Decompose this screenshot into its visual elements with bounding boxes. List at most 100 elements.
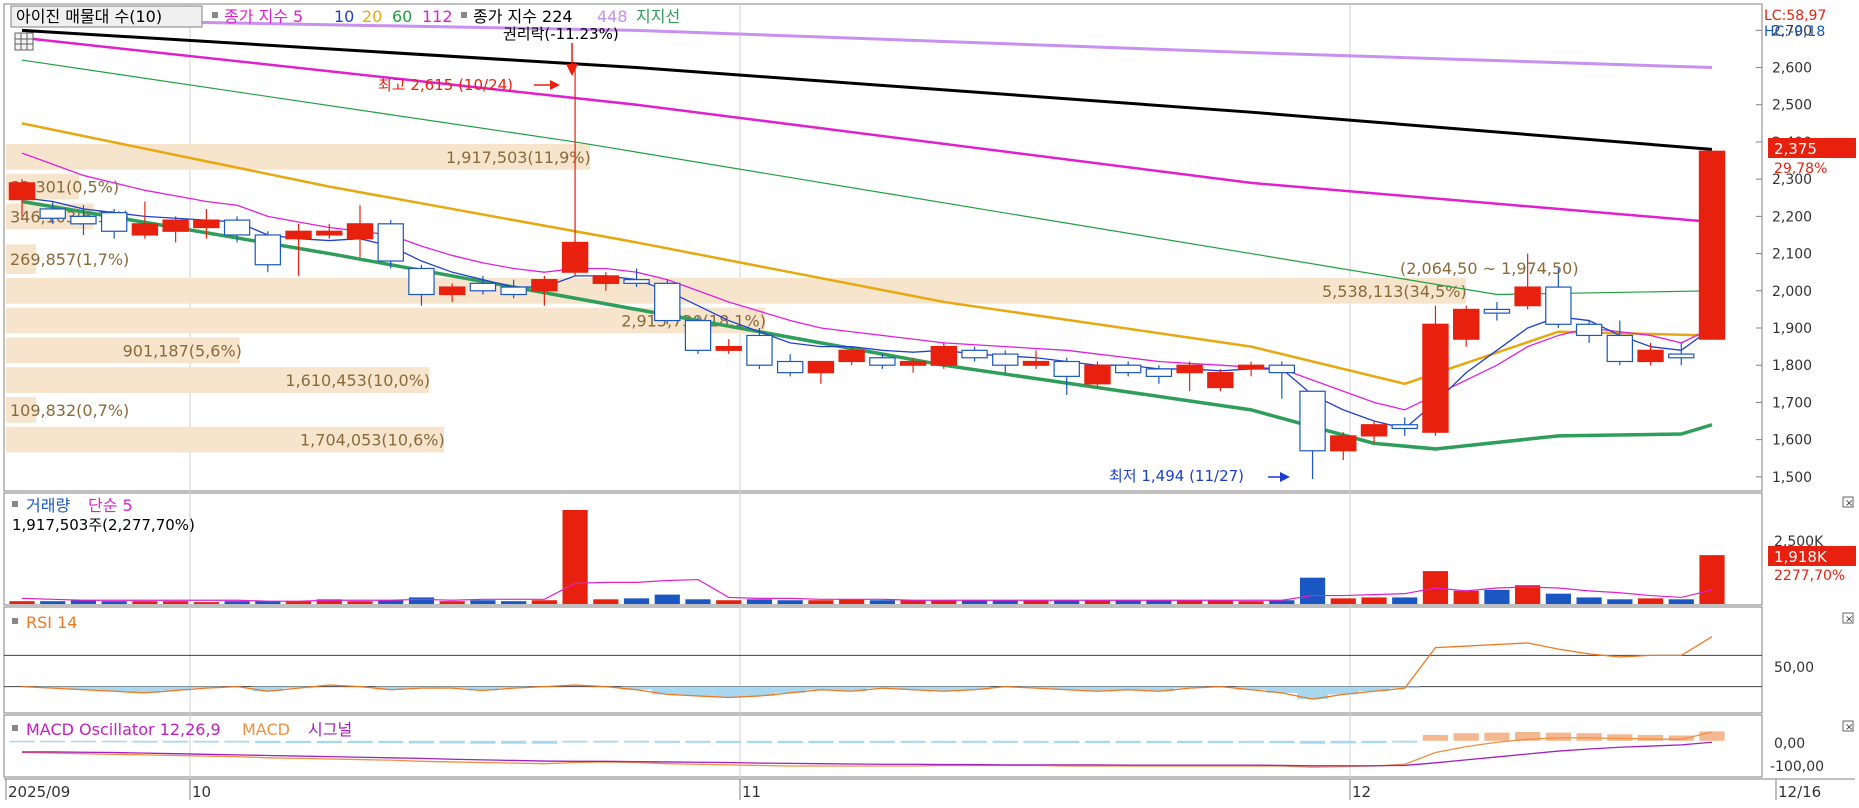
- macd-label: MACD: [242, 720, 290, 739]
- volume-bar: [808, 600, 834, 604]
- macd-osc-bar: [1299, 740, 1326, 744]
- candle-down: [39, 208, 66, 219]
- price-tick-label: 1,600: [1772, 433, 1812, 449]
- volume-bar: [869, 600, 895, 604]
- volume-bar: [408, 597, 435, 604]
- ma-legend-label-2: 종가 지수 224: [473, 7, 573, 26]
- candle-down: [500, 286, 527, 296]
- volume-title: 거래량: [26, 496, 70, 515]
- stock-chart-svg: 82,301(0,5%)346,103(6,3%)1,917,503(11,9%…: [0, 0, 1859, 804]
- rsi-oversold-fill: [682, 686, 714, 696]
- macd-osc-bar: [1361, 740, 1387, 744]
- candle-up: [1637, 349, 1664, 363]
- candle-up: [561, 241, 589, 273]
- candle-up: [131, 223, 159, 236]
- close-panel-icon[interactable]: ×: [1842, 720, 1854, 733]
- candle-down: [869, 357, 896, 366]
- macd-osc-bar: [1422, 734, 1449, 741]
- candle-up: [1330, 435, 1357, 452]
- candle-up: [899, 360, 927, 366]
- volume-bar: [1484, 589, 1510, 604]
- profile-range-text: (2,064,50 ~ 1,974,50): [1400, 259, 1579, 278]
- volume-bar: [439, 601, 465, 604]
- macd-osc-bar: [1484, 732, 1510, 741]
- high-annotation: 최고 2,615 (10/24): [378, 76, 513, 94]
- candle-up: [1207, 372, 1234, 389]
- price-tick-label: 2,000: [1772, 284, 1812, 300]
- x-tick-label: 2025/09: [8, 783, 70, 801]
- candle-down: [623, 279, 650, 284]
- lc-label: LC:58,97: [1764, 8, 1826, 24]
- macd-osc-bar: [1637, 734, 1664, 741]
- macd-osc-bar: [9, 740, 35, 743]
- macd-osc-bar: [777, 740, 803, 744]
- macd-osc-bar: [1330, 740, 1356, 744]
- price-tick-label: 1,700: [1772, 395, 1812, 411]
- legend-square-icon: [12, 501, 18, 507]
- volume-profile-label: 1,704,053(10,6%): [300, 431, 445, 450]
- macd-osc-bar: [1392, 740, 1418, 743]
- low-annotation: 최저 1,494 (11/27): [1109, 467, 1244, 485]
- volume-profile-label: 5,538,113(34,5%): [1322, 282, 1467, 301]
- macd-osc-bar: [1115, 740, 1141, 744]
- rsi-oversold-fill: [713, 686, 745, 698]
- macd-osc-bar: [931, 740, 957, 743]
- price-tick-label: 2,500: [1772, 98, 1812, 114]
- candle-up: [807, 360, 835, 374]
- volume-bar: [347, 601, 373, 604]
- candle-down: [776, 360, 804, 374]
- candle-down: [654, 282, 681, 322]
- ma-legend-label: 종가 지수 5: [224, 7, 303, 26]
- volume-bar: [9, 601, 35, 604]
- rights-annotation: 권리락(-11.23%): [503, 25, 619, 43]
- volume-bar: [1545, 593, 1571, 604]
- macd-osc-bar: [501, 740, 527, 744]
- volume-badge-pct: 2277,70%: [1774, 568, 1845, 584]
- ma-legend-10: 10: [334, 7, 354, 26]
- volume-profile-label: 901,187(5,6%): [123, 341, 242, 360]
- candle-up: [1022, 360, 1050, 366]
- volume-bar: [593, 599, 619, 604]
- candle-down: [746, 334, 773, 366]
- volume-bar: [1361, 597, 1387, 604]
- candle-up: [1422, 323, 1449, 433]
- legend-square-icon: [12, 618, 18, 624]
- volume-bar: [1637, 598, 1664, 604]
- price-tick-label: 2,600: [1772, 61, 1812, 77]
- macd-osc-bar: [40, 740, 66, 743]
- volume-bar: [839, 599, 865, 604]
- close-panel-icon[interactable]: ×: [1842, 612, 1854, 625]
- candle-up: [1514, 286, 1541, 307]
- volume-bar: [1576, 597, 1602, 604]
- candle-down: [1575, 323, 1603, 337]
- macd-osc-bar: [132, 740, 158, 743]
- macd-osc-bar: [439, 740, 465, 744]
- candle-up: [930, 346, 958, 366]
- macd-osc-bar: [347, 740, 373, 744]
- volume-bar: [1699, 555, 1725, 604]
- candle-up: [592, 275, 620, 284]
- candle-up: [285, 230, 312, 240]
- ma-legend-112: 112: [422, 7, 453, 26]
- macd-osc-bar: [839, 740, 865, 744]
- volume-bar: [470, 600, 496, 604]
- macd-osc-bar: [70, 740, 97, 743]
- legend-square-icon: [212, 12, 218, 18]
- candle-down: [1545, 286, 1572, 325]
- macd-osc-bar: [1576, 733, 1602, 741]
- candle-up: [346, 223, 374, 240]
- volume-bar: [562, 510, 588, 604]
- volume-bar: [685, 599, 711, 604]
- macd-osc-bar: [1668, 735, 1694, 741]
- volume-bar: [1515, 585, 1541, 604]
- close-panel-icon[interactable]: ×: [1842, 496, 1854, 509]
- grid-toggle-icon[interactable]: [14, 32, 34, 51]
- x-tick-label: 11: [742, 783, 761, 801]
- candle-up: [1237, 364, 1265, 370]
- candle-down: [992, 353, 1019, 366]
- macd-osc-bar: [408, 740, 435, 744]
- macd-osc-bar: [1054, 740, 1080, 744]
- macd-osc-bar: [1146, 740, 1172, 744]
- price-tick-label: 2,100: [1772, 247, 1812, 263]
- volume-profile-label: 269,857(1,7%): [10, 250, 129, 269]
